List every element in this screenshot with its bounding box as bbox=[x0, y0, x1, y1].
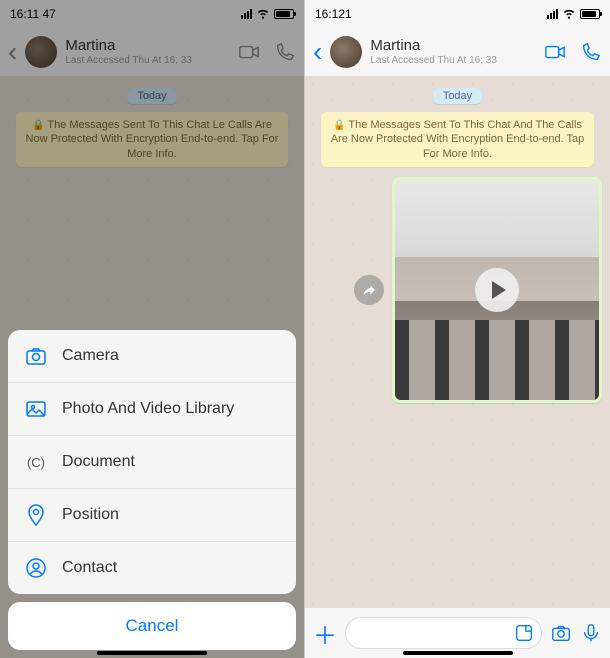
header-title-block[interactable]: Martina Last Accessed Thu At 16; 33 bbox=[65, 38, 230, 66]
sheet-position-label: Position bbox=[62, 506, 119, 524]
attach-button[interactable]: ＋ bbox=[313, 616, 337, 651]
day-label: Today bbox=[433, 88, 482, 104]
chat-body[interactable]: Today 🔒 The Messages Sent To This Chat A… bbox=[305, 76, 610, 608]
sheet-contact-label: Contact bbox=[62, 559, 117, 577]
video-timestamp: 16:12 ✓ bbox=[558, 385, 593, 396]
voice-call-icon[interactable] bbox=[274, 41, 296, 63]
wifi-icon bbox=[562, 6, 576, 23]
document-icon: (C) bbox=[24, 450, 48, 474]
signal-icon bbox=[241, 9, 252, 19]
video-thumbnail[interactable]: 16:12 ✓ bbox=[395, 180, 599, 400]
encryption-notice[interactable]: 🔒 The Messages Sent To This Chat And The… bbox=[321, 112, 594, 167]
battery-icon bbox=[274, 9, 294, 19]
lock-icon: 🔒 bbox=[32, 120, 44, 131]
sheet-options: Camera Photo And Video Library (C) Docum… bbox=[8, 330, 296, 594]
sheet-document-label: Document bbox=[62, 453, 135, 471]
back-button[interactable]: ‹ bbox=[8, 38, 17, 66]
sheet-contact[interactable]: Contact bbox=[8, 542, 296, 594]
status-bar: 16:121 bbox=[305, 0, 610, 28]
camera-icon bbox=[24, 344, 48, 368]
chat-header: ‹ Martina Last Accessed Thu At 16; 33 bbox=[0, 28, 304, 76]
day-label: Today bbox=[127, 88, 176, 104]
wifi-icon bbox=[256, 6, 270, 23]
camera-button[interactable] bbox=[550, 622, 572, 644]
header-title-block[interactable]: Martina Last Accessed Thu At 16; 33 bbox=[370, 38, 536, 66]
back-button[interactable]: ‹ bbox=[313, 38, 322, 66]
video-call-icon[interactable] bbox=[238, 41, 260, 63]
home-indicator[interactable] bbox=[403, 651, 513, 655]
sheet-document[interactable]: (C) Document bbox=[8, 436, 296, 489]
photo-library-icon bbox=[24, 397, 48, 421]
attachment-action-sheet: Camera Photo And Video Library (C) Docum… bbox=[8, 330, 296, 650]
sticker-icon[interactable] bbox=[513, 622, 535, 644]
forward-icon[interactable] bbox=[354, 275, 384, 305]
location-icon bbox=[24, 503, 48, 527]
phone-right: 16:121 ‹ Martina Last Accessed Thu At 16… bbox=[305, 0, 610, 658]
last-seen: Last Accessed Thu At 16; 33 bbox=[65, 55, 230, 66]
battery-icon bbox=[580, 9, 600, 19]
avatar[interactable] bbox=[330, 36, 362, 68]
last-seen: Last Accessed Thu At 16; 33 bbox=[370, 55, 536, 66]
video-call-icon[interactable] bbox=[544, 41, 566, 63]
video-message-bubble[interactable]: 16:12 ✓ bbox=[392, 177, 602, 403]
status-time: 16:11 47 bbox=[10, 7, 56, 21]
mic-button[interactable] bbox=[580, 622, 602, 644]
status-time: 16:121 bbox=[315, 7, 352, 21]
contact-icon bbox=[24, 556, 48, 580]
play-icon[interactable] bbox=[475, 268, 519, 312]
sheet-camera[interactable]: Camera bbox=[8, 330, 296, 383]
home-indicator[interactable] bbox=[97, 651, 207, 655]
phone-left: 16:11 47 ‹ Martina Last Accessed Thu At … bbox=[0, 0, 305, 658]
signal-icon bbox=[547, 9, 558, 19]
message-input[interactable] bbox=[345, 617, 542, 649]
lock-icon: 🔒 bbox=[333, 120, 345, 131]
sheet-photo-label: Photo And Video Library bbox=[62, 400, 234, 418]
contact-name: Martina bbox=[65, 38, 230, 55]
status-bar: 16:11 47 bbox=[0, 0, 304, 28]
encryption-notice[interactable]: 🔒 The Messages Sent To This Chat Le Call… bbox=[16, 112, 288, 167]
status-indicators bbox=[241, 6, 294, 23]
contact-name: Martina bbox=[370, 38, 536, 55]
voice-call-icon[interactable] bbox=[580, 41, 602, 63]
sheet-photo-library[interactable]: Photo And Video Library bbox=[8, 383, 296, 436]
sheet-cancel-button[interactable]: Cancel bbox=[8, 602, 296, 650]
sheet-camera-label: Camera bbox=[62, 347, 119, 365]
chat-header: ‹ Martina Last Accessed Thu At 16; 33 bbox=[305, 28, 610, 76]
delivered-ticks-icon: ✓ bbox=[585, 385, 593, 396]
avatar[interactable] bbox=[25, 36, 57, 68]
sheet-position[interactable]: Position bbox=[8, 489, 296, 542]
status-indicators bbox=[547, 6, 600, 23]
